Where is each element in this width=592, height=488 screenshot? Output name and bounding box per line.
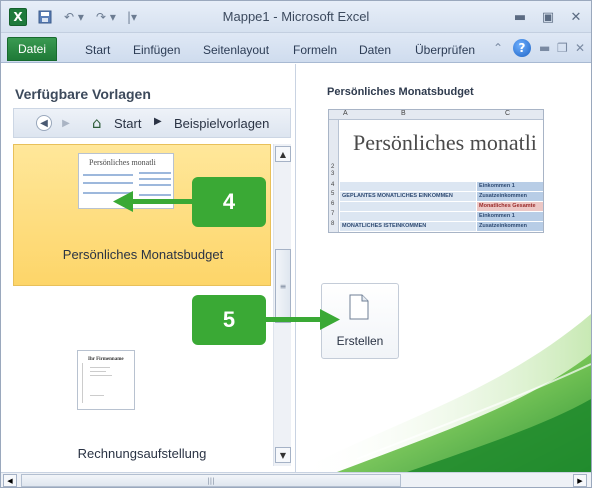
scroll-down-icon[interactable]: ▼ <box>275 447 291 463</box>
scroll-up-icon[interactable]: ▲ <box>275 146 291 162</box>
row-number: 3 <box>331 171 335 177</box>
back-arrow-icon[interactable]: ◀ <box>36 115 52 131</box>
breadcrumb: ◀ ▶ ⌂ Start ▶ Beispielvorlagen <box>13 108 291 138</box>
scroll-right-icon[interactable]: ▶ <box>573 474 587 487</box>
help-icon[interactable]: ? <box>513 39 531 57</box>
preview-column-b: B <box>401 110 406 117</box>
row-number: 5 <box>331 191 335 197</box>
breadcrumb-beispielvorlagen[interactable]: Beispielvorlagen <box>174 116 269 131</box>
doc-close-icon[interactable]: ✕ <box>575 41 585 55</box>
row-number: 7 <box>331 211 335 217</box>
scroll-left-icon[interactable]: ◀ <box>3 474 17 487</box>
template-label-monatsbudget: Persönliches Monatsbudget <box>62 247 224 262</box>
forward-arrow-icon[interactable]: ▶ <box>58 115 74 131</box>
horizontal-scrollbar-thumb[interactable]: ||| <box>21 474 401 487</box>
minimize-icon[interactable]: ▬ <box>509 7 531 27</box>
scrollbar-thumb[interactable]: ≡ <box>275 249 291 323</box>
preview-row: Monatliches Gesamte <box>340 202 543 211</box>
template-tile-rechnungsaufstellung[interactable]: Ihr Firmenname <box>77 350 135 410</box>
callout-step-5: 5 <box>192 295 266 345</box>
tab-ueberpruefen[interactable]: Überprüfen <box>415 39 475 61</box>
breadcrumb-start[interactable]: Start <box>114 116 141 131</box>
doc-minimize-icon[interactable]: ▬ <box>539 41 550 55</box>
preview-row-numbers: 2 3 4 5 6 7 8 <box>329 120 339 232</box>
tab-daten[interactable]: Daten <box>359 39 391 61</box>
preview-row: MONATLICHES ISTEINKOMMEN Zusatzeinkommen <box>340 222 543 231</box>
row-number: 8 <box>331 221 335 227</box>
row-number: 2 <box>331 164 335 170</box>
breadcrumb-separator-icon: ▶ <box>154 116 162 127</box>
preview-row: GEPLANTES MONATLICHES EINKOMMEN Zusatzei… <box>340 192 543 201</box>
title-bar: X ↶ ▾ ↷ ▾ |▾ Mappe1 - Microsoft Excel ▬ … <box>1 1 591 33</box>
doc-restore-icon[interactable]: ❐ <box>557 41 568 55</box>
horizontal-scrollbar[interactable]: ◀ ||| ▶ <box>1 472 591 487</box>
tab-formeln[interactable]: Formeln <box>293 39 337 61</box>
preview-row: Einkommen 1 <box>340 212 543 221</box>
thumbnail-title: Persönliches monatli <box>89 158 156 167</box>
callout-step-4: 4 <box>192 177 266 227</box>
preview-column-headers: A B C <box>329 110 543 120</box>
close-icon[interactable]: ✕ <box>565 7 587 27</box>
preview-column-c: C <box>505 110 511 117</box>
template-preview-panel: Persönliches Monatsbudget A B C 2 3 4 5 … <box>297 64 591 472</box>
new-document-icon <box>349 294 369 320</box>
home-icon[interactable]: ⌂ <box>92 114 102 132</box>
tab-datei[interactable]: Datei <box>7 37 57 61</box>
available-templates-panel: Verfügbare Vorlagen ◀ ▶ ⌂ Start ▶ Beispi… <box>1 64 296 472</box>
template-label-rechnungsaufstellung: Rechnungsaufstellung <box>77 446 207 461</box>
row-number: 4 <box>331 182 335 188</box>
preview-column-a: A <box>343 110 348 117</box>
thumbnail-title: Ihr Firmenname <box>88 357 124 362</box>
create-button-label: Erstellen <box>336 334 384 348</box>
ribbon-collapse-icon[interactable]: ⌃ <box>493 41 503 55</box>
available-templates-heading: Verfügbare Vorlagen <box>15 86 151 102</box>
row-number: 6 <box>331 201 335 207</box>
window-title: Mappe1 - Microsoft Excel <box>222 9 370 24</box>
excel-window: X ↶ ▾ ↷ ▾ |▾ Mappe1 - Microsoft Excel ▬ … <box>0 0 592 488</box>
maximize-icon[interactable]: ▣ <box>537 7 559 27</box>
template-thumbnail: Persönliches monatli <box>78 153 174 209</box>
preview-row: Einkommen 1 <box>340 182 543 191</box>
create-button[interactable]: Erstellen <box>321 283 399 359</box>
ribbon-tab-bar: Datei Start Einfügen Seitenlayout Formel… <box>1 33 591 63</box>
template-preview: A B C 2 3 4 5 6 7 8 Persönliches monatli… <box>328 109 544 233</box>
gallery-scrollbar[interactable]: ▲ ≡ ▼ <box>273 144 291 466</box>
preview-heading: Persönliches Monatsbudget <box>327 86 474 98</box>
tab-start[interactable]: Start <box>85 39 110 61</box>
preview-title: Persönliches monatli <box>353 130 537 155</box>
tab-einfuegen[interactable]: Einfügen <box>133 39 180 61</box>
tab-seitenlayout[interactable]: Seitenlayout <box>203 39 269 61</box>
